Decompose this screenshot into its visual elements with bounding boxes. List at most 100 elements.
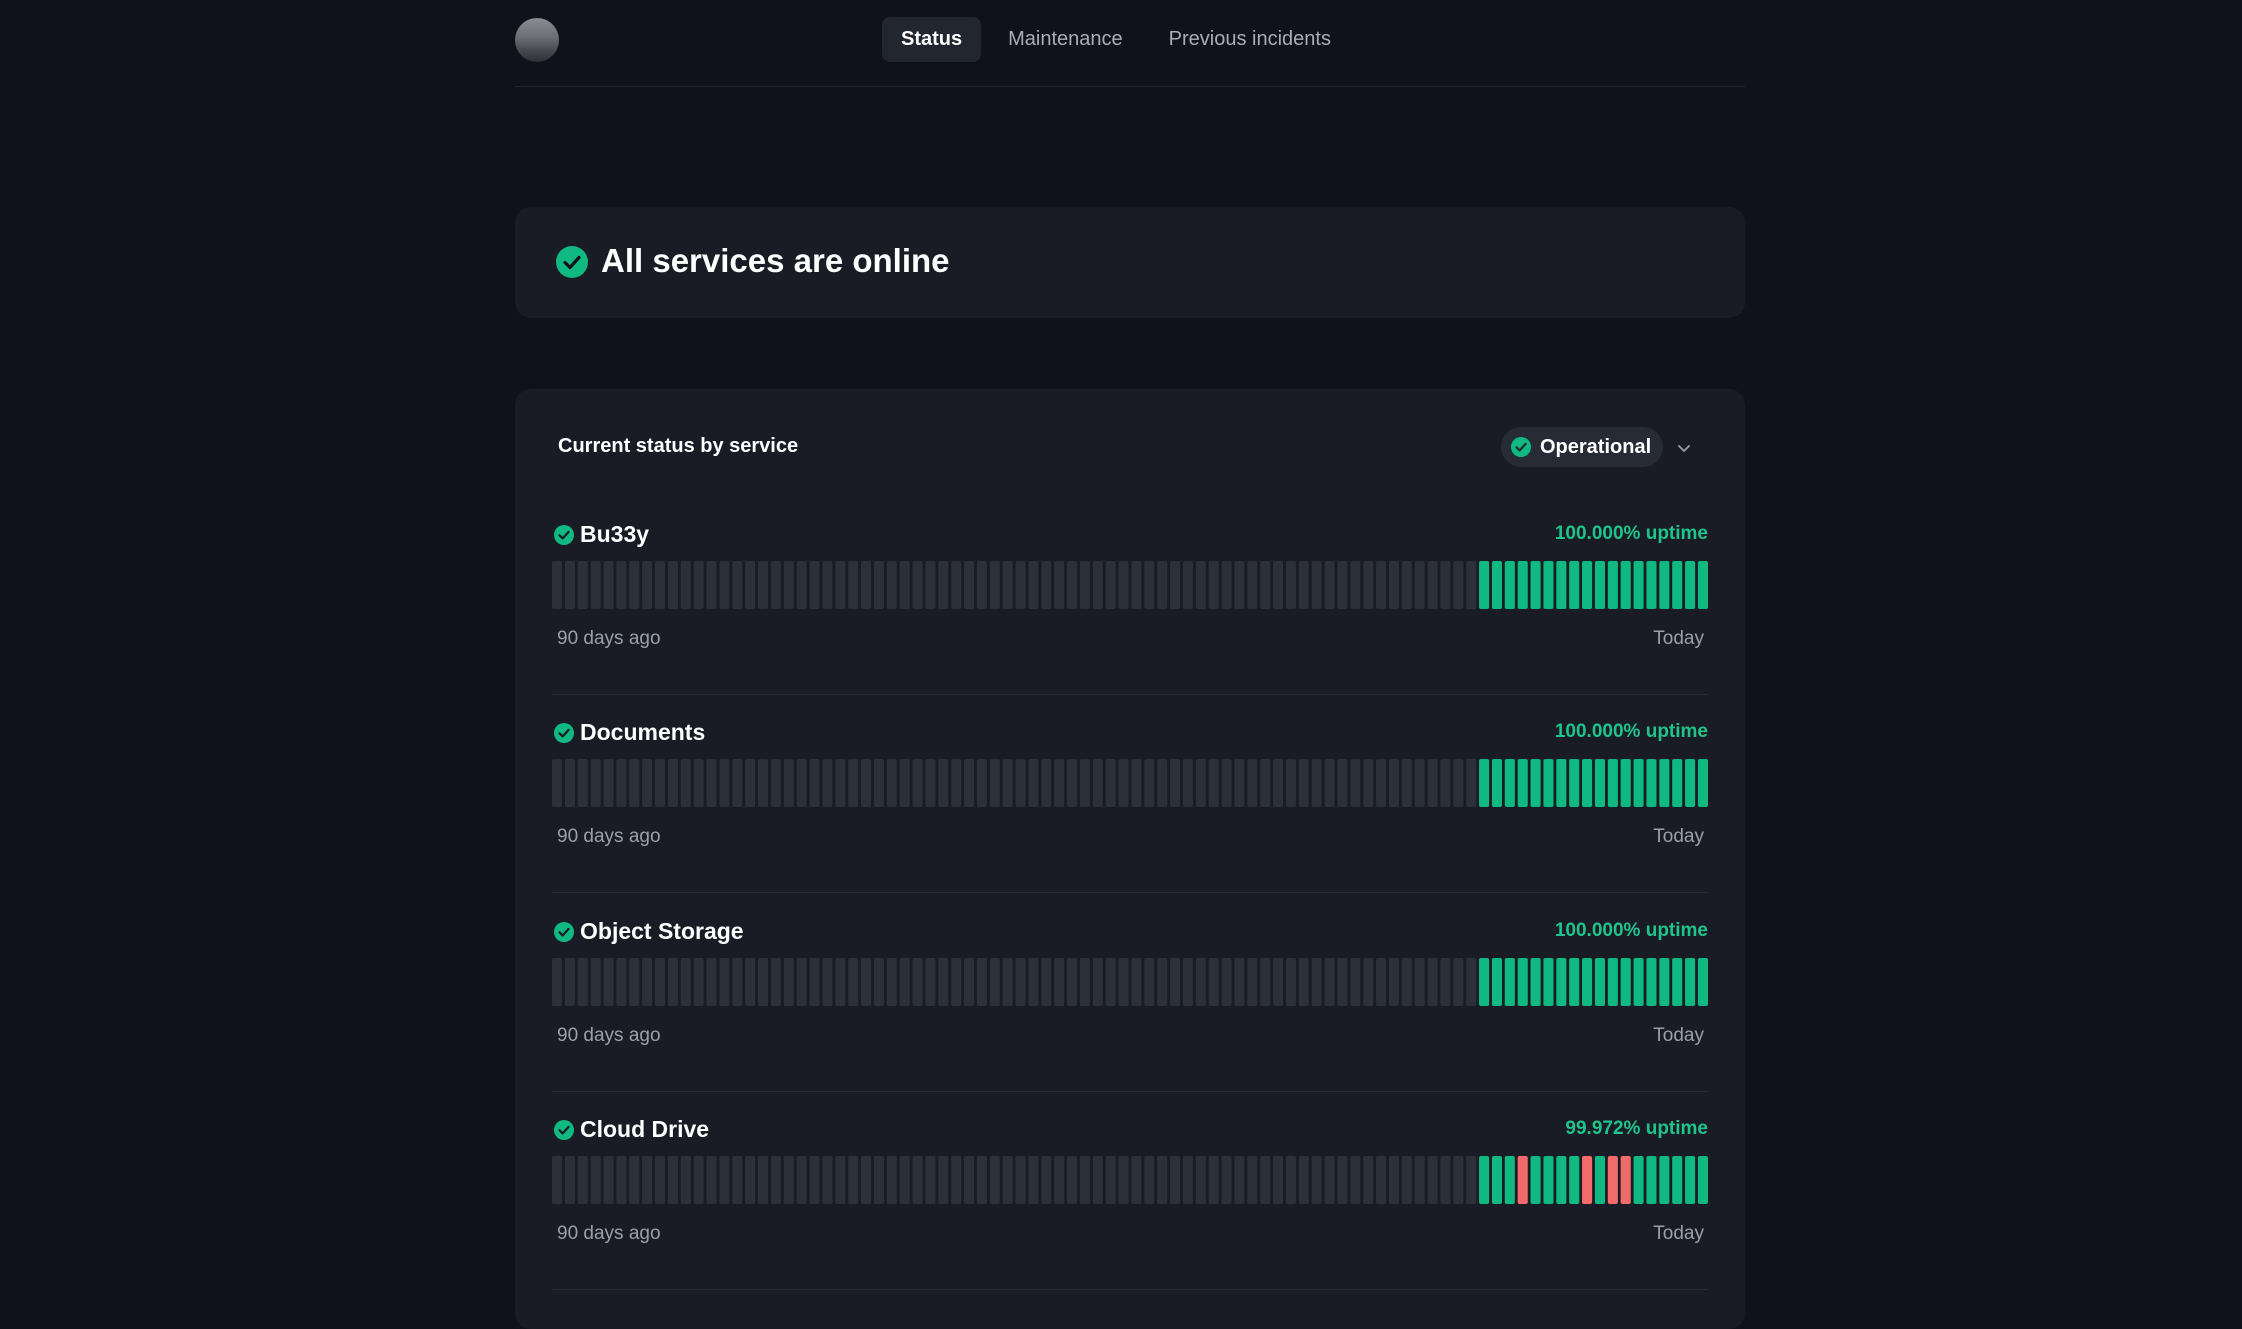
- day-bar-operational[interactable]: [1491, 561, 1502, 609]
- day-bar-outage[interactable]: [1620, 1156, 1631, 1204]
- day-bar-no-data[interactable]: [667, 759, 678, 807]
- day-bar-no-data[interactable]: [1363, 561, 1374, 609]
- day-bar-no-data[interactable]: [680, 759, 691, 807]
- day-bar-no-data[interactable]: [989, 759, 1000, 807]
- day-bar-no-data[interactable]: [1105, 1156, 1116, 1204]
- day-bar-no-data[interactable]: [1285, 759, 1296, 807]
- day-bar-no-data[interactable]: [1208, 759, 1219, 807]
- day-bar-no-data[interactable]: [1105, 561, 1116, 609]
- day-bar-no-data[interactable]: [1260, 561, 1271, 609]
- day-bar-no-data[interactable]: [1414, 1156, 1425, 1204]
- day-bar-no-data[interactable]: [976, 1156, 987, 1204]
- day-bar-no-data[interactable]: [1015, 958, 1026, 1006]
- day-bar-no-data[interactable]: [1054, 1156, 1065, 1204]
- day-bar-no-data[interactable]: [1208, 1156, 1219, 1204]
- day-bar-operational[interactable]: [1543, 759, 1554, 807]
- day-bar-no-data[interactable]: [1273, 958, 1284, 1006]
- day-bar-no-data[interactable]: [1324, 759, 1335, 807]
- day-bar-no-data[interactable]: [1195, 1156, 1206, 1204]
- day-bar-no-data[interactable]: [1440, 958, 1451, 1006]
- day-bar-operational[interactable]: [1504, 1156, 1515, 1204]
- day-bar-operational[interactable]: [1543, 1156, 1554, 1204]
- day-bar-no-data[interactable]: [912, 958, 923, 1006]
- day-bar-no-data[interactable]: [732, 1156, 743, 1204]
- day-bar-operational[interactable]: [1646, 561, 1657, 609]
- day-bar-no-data[interactable]: [732, 561, 743, 609]
- day-bar-no-data[interactable]: [655, 759, 666, 807]
- day-bar-operational[interactable]: [1659, 958, 1670, 1006]
- day-bar-operational[interactable]: [1594, 1156, 1605, 1204]
- day-bar-no-data[interactable]: [1311, 958, 1322, 1006]
- day-bar-no-data[interactable]: [577, 759, 588, 807]
- day-bar-no-data[interactable]: [745, 1156, 756, 1204]
- day-bar-no-data[interactable]: [861, 958, 872, 1006]
- day-bar-no-data[interactable]: [680, 958, 691, 1006]
- day-bar-no-data[interactable]: [873, 1156, 884, 1204]
- day-bar-no-data[interactable]: [925, 1156, 936, 1204]
- day-bar-no-data[interactable]: [616, 958, 627, 1006]
- day-bar-no-data[interactable]: [1414, 561, 1425, 609]
- day-bar-no-data[interactable]: [745, 958, 756, 1006]
- day-bar-no-data[interactable]: [1414, 759, 1425, 807]
- day-bar-no-data[interactable]: [577, 1156, 588, 1204]
- day-bar-no-data[interactable]: [1401, 759, 1412, 807]
- day-bar-no-data[interactable]: [1015, 561, 1026, 609]
- day-bar-no-data[interactable]: [1260, 958, 1271, 1006]
- day-bar-operational[interactable]: [1543, 958, 1554, 1006]
- day-bar-no-data[interactable]: [1440, 1156, 1451, 1204]
- day-bar-no-data[interactable]: [938, 958, 949, 1006]
- day-bar-no-data[interactable]: [1427, 759, 1438, 807]
- day-bar-no-data[interactable]: [655, 1156, 666, 1204]
- day-bar-no-data[interactable]: [783, 1156, 794, 1204]
- day-bar-no-data[interactable]: [1028, 1156, 1039, 1204]
- day-bar-no-data[interactable]: [822, 958, 833, 1006]
- day-bar-no-data[interactable]: [1440, 561, 1451, 609]
- day-bar-no-data[interactable]: [629, 958, 640, 1006]
- day-bar-no-data[interactable]: [861, 1156, 872, 1204]
- day-bar-operational[interactable]: [1556, 958, 1567, 1006]
- day-bar-no-data[interactable]: [1298, 1156, 1309, 1204]
- day-bar-no-data[interactable]: [642, 958, 653, 1006]
- day-bar-no-data[interactable]: [1054, 958, 1065, 1006]
- day-bar-operational[interactable]: [1491, 759, 1502, 807]
- tab-maintenance[interactable]: Maintenance: [989, 17, 1142, 62]
- day-bar-no-data[interactable]: [1002, 1156, 1013, 1204]
- day-bar-operational[interactable]: [1582, 958, 1593, 1006]
- day-bar-no-data[interactable]: [886, 759, 897, 807]
- day-bar-no-data[interactable]: [1221, 1156, 1232, 1204]
- day-bar-no-data[interactable]: [564, 759, 575, 807]
- day-bar-no-data[interactable]: [1002, 561, 1013, 609]
- day-bar-no-data[interactable]: [1170, 1156, 1181, 1204]
- day-bar-no-data[interactable]: [1092, 1156, 1103, 1204]
- day-bar-no-data[interactable]: [796, 1156, 807, 1204]
- day-bar-no-data[interactable]: [693, 1156, 704, 1204]
- day-bar-no-data[interactable]: [758, 1156, 769, 1204]
- day-bar-no-data[interactable]: [861, 759, 872, 807]
- day-bar-no-data[interactable]: [1092, 561, 1103, 609]
- day-bar-no-data[interactable]: [938, 759, 949, 807]
- day-bar-no-data[interactable]: [822, 561, 833, 609]
- day-bar-no-data[interactable]: [1337, 759, 1348, 807]
- day-bar-no-data[interactable]: [1157, 759, 1168, 807]
- day-bar-no-data[interactable]: [603, 759, 614, 807]
- day-bar-no-data[interactable]: [1350, 958, 1361, 1006]
- day-bar-no-data[interactable]: [1388, 958, 1399, 1006]
- day-bar-operational[interactable]: [1556, 561, 1567, 609]
- day-bar-no-data[interactable]: [925, 561, 936, 609]
- day-bar-no-data[interactable]: [1401, 1156, 1412, 1204]
- day-bar-no-data[interactable]: [912, 561, 923, 609]
- day-bar-operational[interactable]: [1530, 759, 1541, 807]
- day-bar-no-data[interactable]: [655, 958, 666, 1006]
- day-bar-no-data[interactable]: [680, 1156, 691, 1204]
- day-bar-no-data[interactable]: [1092, 759, 1103, 807]
- day-bar-operational[interactable]: [1672, 759, 1683, 807]
- day-bar-operational[interactable]: [1479, 561, 1490, 609]
- day-bar-no-data[interactable]: [1054, 561, 1065, 609]
- day-bar-no-data[interactable]: [1466, 561, 1477, 609]
- day-bar-no-data[interactable]: [873, 759, 884, 807]
- day-bar-operational[interactable]: [1569, 1156, 1580, 1204]
- day-bar-no-data[interactable]: [964, 759, 975, 807]
- day-bar-no-data[interactable]: [1234, 759, 1245, 807]
- day-bar-no-data[interactable]: [1363, 759, 1374, 807]
- day-bar-operational[interactable]: [1672, 958, 1683, 1006]
